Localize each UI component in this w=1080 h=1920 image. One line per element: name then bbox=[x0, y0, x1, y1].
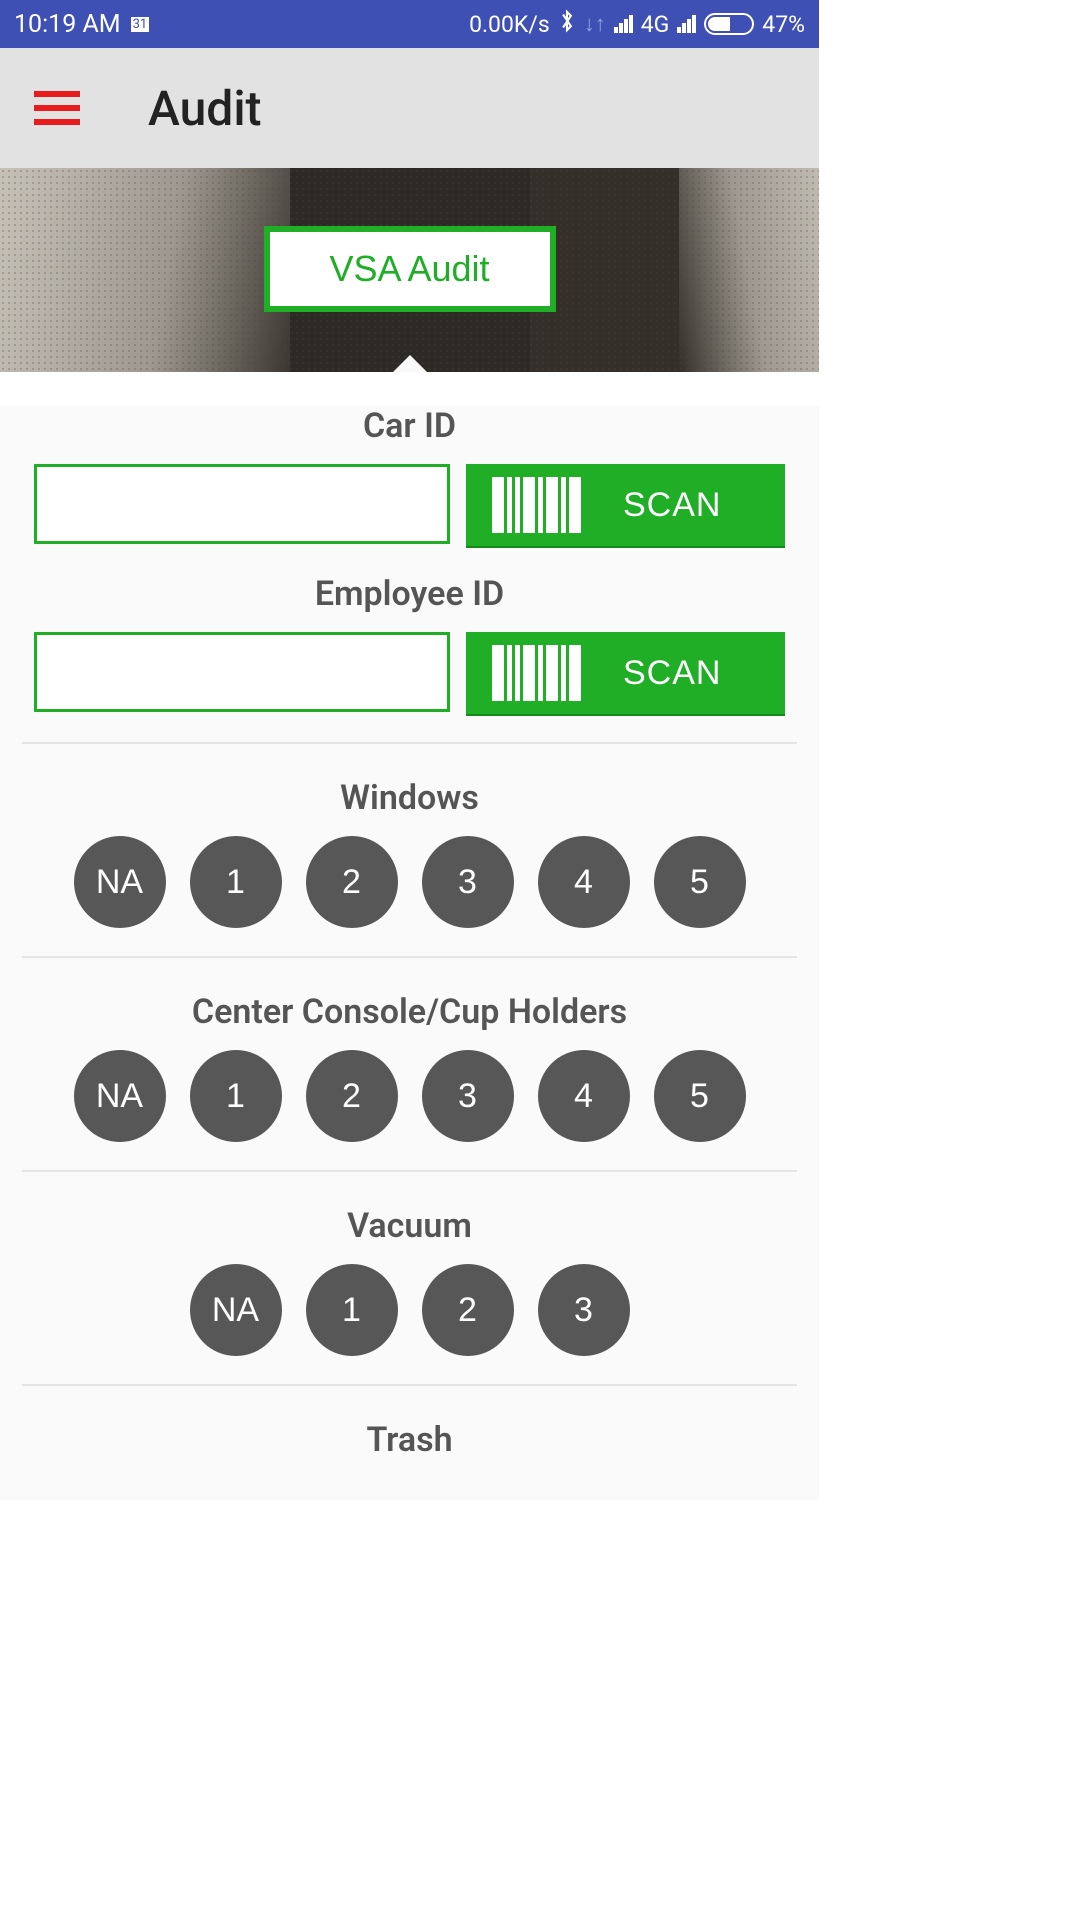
status-bar: 10:19 AM 31 0.00K/s ↓↑ 4G 47% bbox=[0, 0, 819, 48]
car-scan-button[interactable]: SCAN bbox=[466, 464, 785, 546]
divider bbox=[22, 742, 797, 744]
hero-image: VSA Audit bbox=[0, 168, 819, 372]
vsa-audit-label: VSA Audit bbox=[329, 248, 489, 290]
rating-2[interactable]: 2 bbox=[422, 1264, 514, 1356]
hero-pointer bbox=[392, 355, 428, 372]
employee-id-label: Employee ID bbox=[0, 574, 819, 614]
status-time: 10:19 AM bbox=[14, 10, 121, 39]
rating-2[interactable]: 2 bbox=[306, 1050, 398, 1142]
bluetooth-icon bbox=[558, 8, 576, 40]
barcode-icon bbox=[492, 645, 581, 701]
rating-2[interactable]: 2 bbox=[306, 836, 398, 928]
status-battery: 47% bbox=[762, 11, 805, 38]
rating-1[interactable]: 1 bbox=[190, 836, 282, 928]
rating-5[interactable]: 5 bbox=[654, 836, 746, 928]
barcode-icon bbox=[492, 477, 581, 533]
battery-icon bbox=[704, 13, 754, 35]
rating-3[interactable]: 3 bbox=[538, 1264, 630, 1356]
divider bbox=[22, 956, 797, 958]
rating-3[interactable]: 3 bbox=[422, 836, 514, 928]
rating-4[interactable]: 4 bbox=[538, 1050, 630, 1142]
vsa-audit-button[interactable]: VSA Audit bbox=[264, 226, 556, 312]
signal-icon-2 bbox=[677, 15, 696, 33]
employee-id-input[interactable] bbox=[34, 632, 450, 712]
rating-na[interactable]: NA bbox=[74, 836, 166, 928]
page-title: Audit bbox=[148, 80, 262, 137]
console-rating: NA 1 2 3 4 5 bbox=[0, 1050, 819, 1142]
console-label: Center Console/Cup Holders bbox=[0, 992, 819, 1032]
status-network: 4G bbox=[641, 11, 670, 38]
rating-na[interactable]: NA bbox=[74, 1050, 166, 1142]
scan-label: SCAN bbox=[623, 654, 721, 693]
rating-4[interactable]: 4 bbox=[538, 836, 630, 928]
divider bbox=[22, 1170, 797, 1172]
data-arrows-icon: ↓↑ bbox=[584, 11, 606, 37]
form-content: Car ID SCAN Employee ID SCAN Windows NA … bbox=[0, 406, 819, 1500]
status-datarate: 0.00K/s bbox=[469, 11, 550, 38]
rating-5[interactable]: 5 bbox=[654, 1050, 746, 1142]
vacuum-rating: NA 1 2 3 bbox=[0, 1264, 819, 1356]
rating-na[interactable]: NA bbox=[190, 1264, 282, 1356]
calendar-icon: 31 bbox=[131, 17, 150, 32]
windows-rating: NA 1 2 3 4 5 bbox=[0, 836, 819, 928]
windows-label: Windows bbox=[0, 778, 819, 818]
signal-icon bbox=[614, 15, 633, 33]
rating-1[interactable]: 1 bbox=[190, 1050, 282, 1142]
employee-scan-button[interactable]: SCAN bbox=[466, 632, 785, 714]
app-bar: Audit bbox=[0, 48, 819, 168]
menu-icon[interactable] bbox=[34, 91, 80, 125]
trash-label: Trash bbox=[0, 1420, 819, 1460]
scan-label: SCAN bbox=[623, 486, 721, 525]
rating-3[interactable]: 3 bbox=[422, 1050, 514, 1142]
vacuum-label: Vacuum bbox=[0, 1206, 819, 1246]
divider bbox=[22, 1384, 797, 1386]
car-id-input[interactable] bbox=[34, 464, 450, 544]
car-id-label: Car ID bbox=[0, 406, 819, 446]
rating-1[interactable]: 1 bbox=[306, 1264, 398, 1356]
